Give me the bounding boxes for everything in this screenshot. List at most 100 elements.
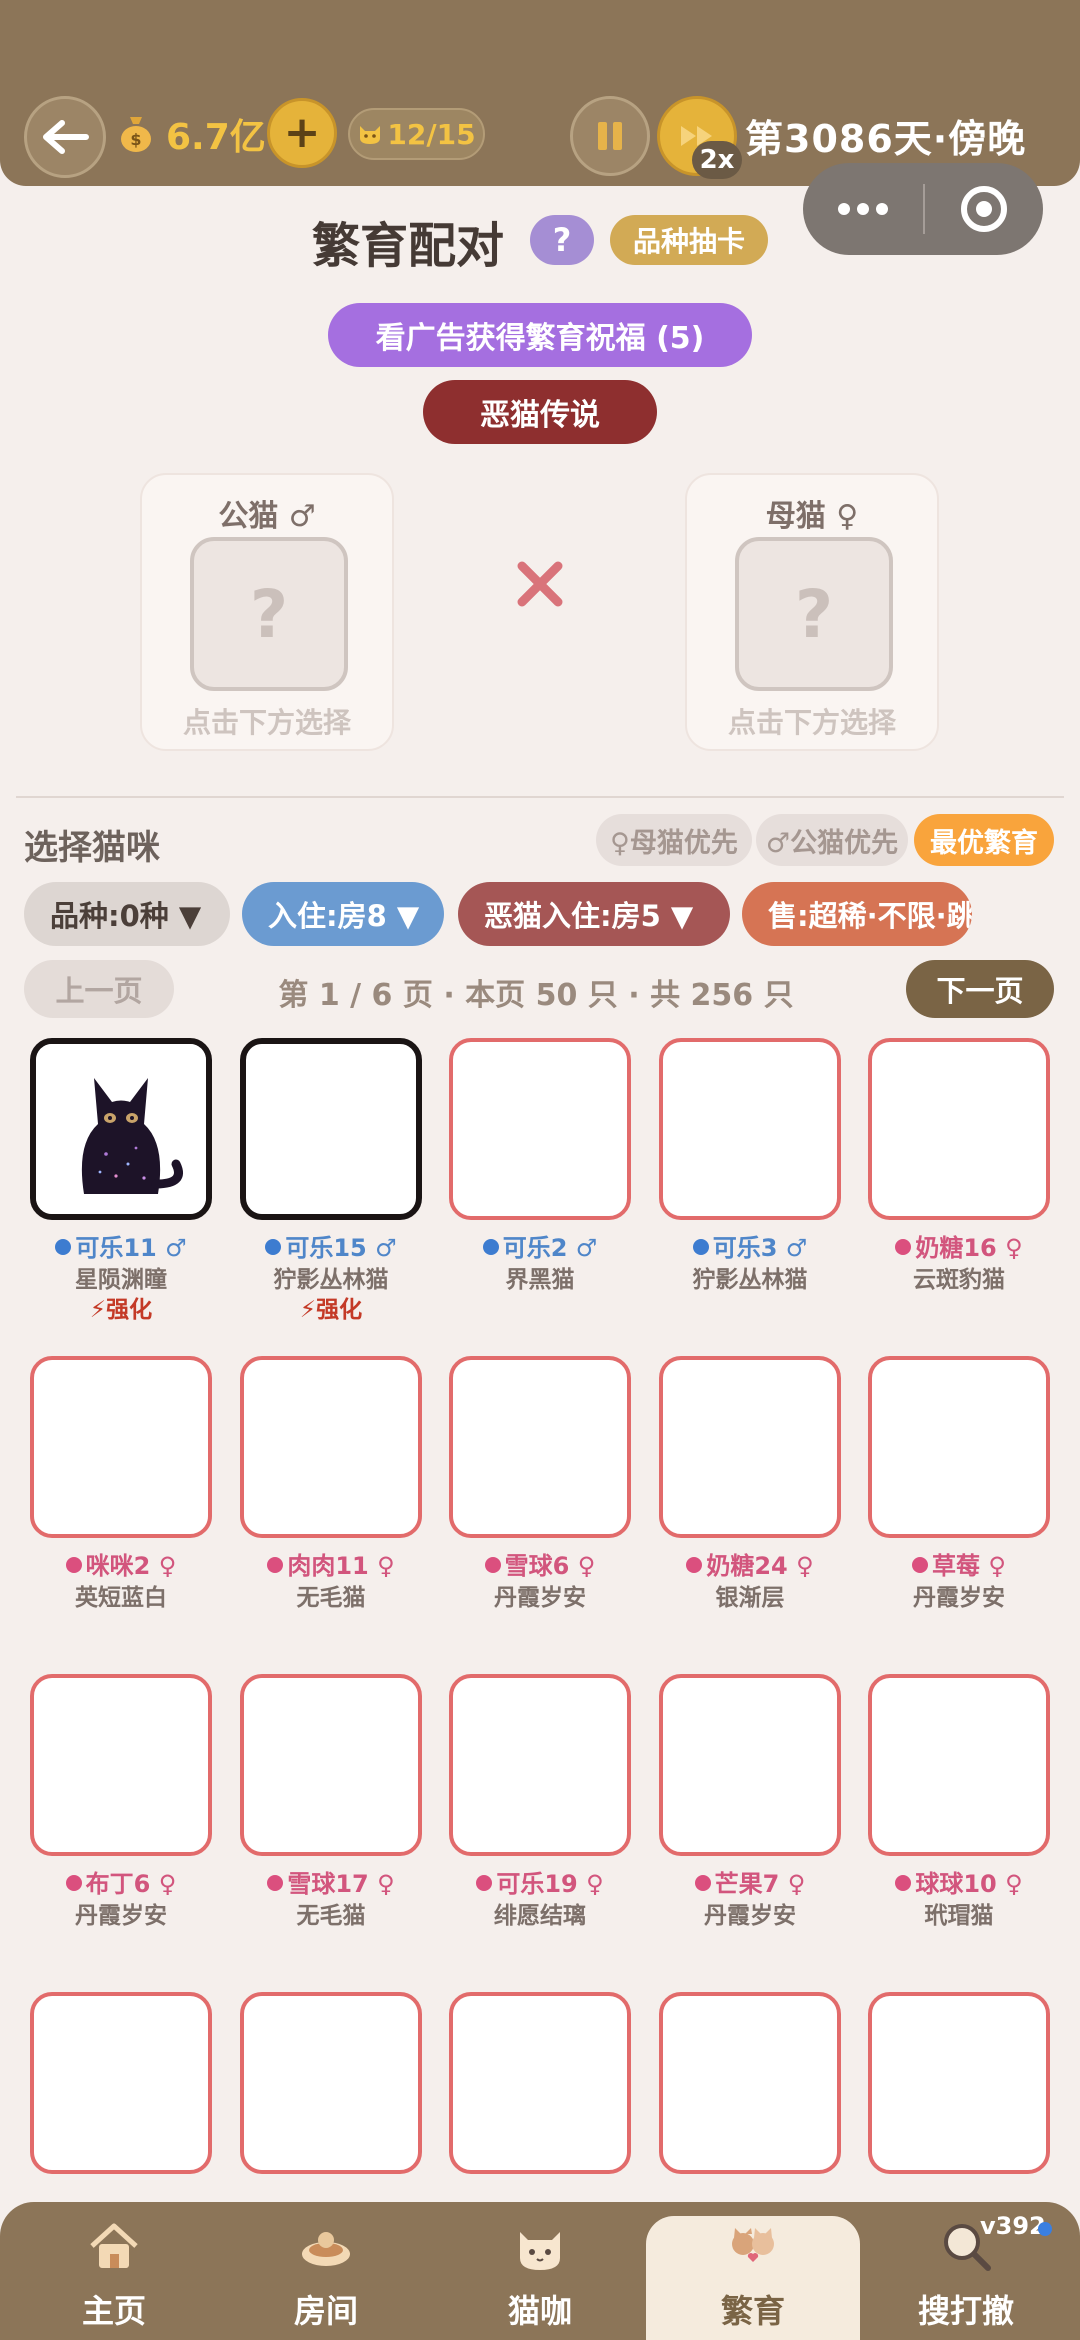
miniprogram-capsule — [803, 163, 1043, 255]
page-title: 繁育配对 — [312, 218, 505, 274]
cat-name: 草莓 ♀ — [848, 1546, 1070, 1581]
cross-icon — [517, 561, 563, 607]
male-slot-card[interactable]: 公猫 ♂ ? 点击下方选择 — [140, 473, 394, 751]
cat-thumbnail[interactable] — [449, 1038, 631, 1220]
gender-dot-icon — [265, 1239, 282, 1255]
cat-thumbnail[interactable] — [30, 1356, 212, 1538]
cat-name: 奶糖24 ♀ — [639, 1546, 861, 1581]
cat-thumbnail[interactable] — [449, 1992, 631, 2174]
gender-dot-icon — [692, 1239, 709, 1255]
cat-thumbnail[interactable] — [659, 1356, 841, 1538]
day-time-label: 第3086天·傍晚 — [745, 117, 1027, 161]
more-icon[interactable] — [803, 203, 923, 215]
cat-breed: 星陨渊瞳 — [75, 1267, 167, 1293]
cat-thumbnail[interactable] — [868, 1356, 1050, 1538]
tab-room[interactable]: 房间 — [238, 2202, 414, 2340]
cat-bed-icon — [302, 2232, 350, 2266]
gender-dot-icon — [482, 1239, 499, 1255]
male-priority-chip[interactable]: ♂公猫优先 — [756, 814, 908, 866]
cat-thumbnail[interactable] — [868, 1038, 1050, 1220]
cat-face-icon — [360, 126, 381, 144]
cat-thumbnail[interactable] — [240, 1674, 422, 1856]
next-page-button[interactable]: 下一页 — [906, 960, 1054, 1018]
tab-room-label: 房间 — [293, 2292, 358, 2330]
cat-thumbnail[interactable] — [868, 1992, 1050, 2174]
cat-name: 可乐19 ♀ — [429, 1864, 651, 1899]
male-slot-hint: 点击下方选择 — [182, 706, 351, 739]
cat-breed: 丹霞岁安 — [704, 1903, 796, 1929]
cat-thumbnail[interactable] — [449, 1356, 631, 1538]
pause-icon-bar — [613, 122, 622, 150]
speed-badge: 2x — [692, 141, 742, 179]
tab-breed[interactable]: 繁育 — [665, 2202, 841, 2340]
cat-thumbnail[interactable] — [659, 1674, 841, 1856]
version-label: v392 — [980, 2212, 1046, 2240]
gender-dot-icon — [912, 1557, 929, 1573]
cat-name: 可乐11 ♂ — [10, 1228, 232, 1263]
help-button[interactable]: ? — [530, 215, 594, 265]
gender-dot-icon — [686, 1557, 703, 1573]
cat-name: 奶糖16 ♀ — [848, 1228, 1070, 1263]
evil-cat-legend-button[interactable]: 恶猫传说 — [423, 380, 657, 444]
svg-text:$: $ — [130, 130, 141, 149]
back-arrow-icon — [43, 120, 89, 154]
house-icon — [90, 2223, 138, 2268]
gender-dot-icon — [484, 1557, 501, 1573]
gender-dot-icon — [65, 1875, 82, 1891]
cat-capacity-badge: 12/15 — [348, 108, 485, 160]
close-target-icon[interactable] — [925, 186, 1043, 232]
cat-breed: 英短蓝白 — [75, 1585, 167, 1611]
cat-name: 可乐3 ♂ — [639, 1228, 861, 1263]
cat-thumbnail[interactable] — [659, 1992, 841, 2174]
cat-name: 肉肉11 ♀ — [220, 1546, 442, 1581]
cat-breed: 云斑豹猫 — [913, 1267, 1005, 1293]
male-slot-label: 公猫 ♂ — [218, 499, 316, 534]
money-amount: 6.7亿 — [166, 117, 266, 158]
watch-ad-blessing-button[interactable]: 看广告获得繁育祝福 (5) — [328, 303, 752, 367]
cat-breed: 狞影丛林猫 — [692, 1267, 808, 1293]
back-button[interactable] — [24, 96, 106, 178]
section-divider — [16, 796, 1064, 798]
evil-room-filter-dropdown[interactable]: 恶猫入住:房5 ▼ — [458, 882, 730, 946]
male-slot-placeholder: ? — [190, 537, 348, 691]
cat-thumbnail[interactable] — [30, 1992, 212, 2174]
cat-breed: 界黑猫 — [505, 1267, 575, 1293]
cat-thumbnail[interactable] — [240, 1992, 422, 2174]
cat-thumbnail[interactable] — [240, 1038, 422, 1220]
tab-home[interactable]: 主页 — [26, 2202, 202, 2340]
gender-dot-icon — [267, 1557, 284, 1573]
cat-name: 布丁6 ♀ — [10, 1864, 232, 1899]
cat-breed: 丹霞岁安 — [75, 1903, 167, 1929]
prev-page-button[interactable]: 上一页 — [24, 960, 174, 1018]
gender-dot-icon — [476, 1875, 493, 1891]
cat-breed: 玳瑁猫 — [924, 1903, 994, 1929]
cat-breed: 丹霞岁安 — [913, 1585, 1005, 1611]
tab-cafe[interactable]: 猫咖 — [452, 2202, 628, 2340]
tab-cafe-label: 猫咖 — [507, 2292, 572, 2330]
add-money-button[interactable]: + — [267, 98, 337, 168]
room-filter-dropdown[interactable]: 入住:房8 ▼ — [242, 882, 444, 946]
cat-count: 12/15 — [387, 117, 476, 151]
pause-button[interactable] — [570, 96, 650, 176]
cat-thumbnail[interactable] — [449, 1674, 631, 1856]
breed-filter-dropdown[interactable]: 品种:0种 ▼ — [24, 882, 230, 946]
cat-thumbnail[interactable] — [30, 1038, 212, 1220]
cat-breed: 狞影丛林猫 — [273, 1267, 389, 1293]
female-slot-card[interactable]: 母猫 ♀ ? 点击下方选择 — [685, 473, 939, 751]
update-dot — [1038, 2222, 1052, 2236]
cat-thumbnail[interactable] — [30, 1674, 212, 1856]
best-breed-chip[interactable]: 最优繁育 — [914, 814, 1054, 866]
sell-filter-dropdown[interactable]: 售:超稀·不限·跳 — [742, 882, 972, 946]
female-slot-placeholder: ? — [735, 537, 893, 691]
cat-thumbnail[interactable] — [868, 1674, 1050, 1856]
female-priority-chip[interactable]: ♀母猫优先 — [596, 814, 752, 866]
gender-dot-icon — [694, 1875, 711, 1891]
breed-gacha-button[interactable]: 品种抽卡 — [610, 215, 768, 265]
cat-thumbnail[interactable] — [659, 1038, 841, 1220]
tab-search-label: 搜打撤 — [917, 2292, 1014, 2330]
tab-breed-label: 繁育 — [720, 2292, 785, 2330]
cat-name: 可乐2 ♂ — [429, 1228, 651, 1263]
select-section-title: 选择猫咪 — [24, 828, 160, 868]
page-info: 第 1 / 6 页 · 本页 50 只 · 共 256 只 — [278, 978, 794, 1013]
cat-thumbnail[interactable] — [240, 1356, 422, 1538]
